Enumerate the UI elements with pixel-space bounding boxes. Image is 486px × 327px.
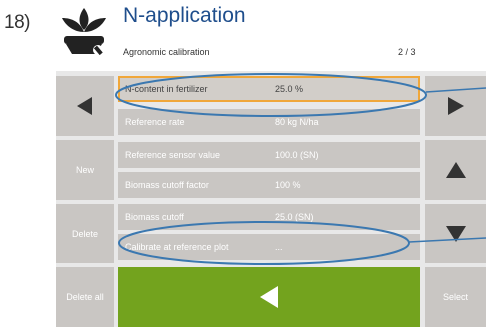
row-value: ... bbox=[275, 242, 283, 252]
row-reference-rate[interactable]: Reference rate 80 kg N/ha bbox=[118, 109, 420, 135]
select-button[interactable]: Select bbox=[425, 267, 486, 327]
row-label: Calibrate at reference plot bbox=[125, 242, 229, 252]
confirm-button[interactable] bbox=[118, 267, 420, 327]
app-header bbox=[56, 0, 486, 68]
row-label: Biomass cutoff factor bbox=[125, 180, 209, 190]
row-n-content[interactable]: N-content in fertilizer 25.0 % bbox=[118, 76, 420, 102]
nav-right-button[interactable] bbox=[425, 76, 486, 136]
select-button-label: Select bbox=[442, 292, 468, 302]
row-value: 25.0 % bbox=[275, 84, 304, 94]
delete-button-label: Delete bbox=[71, 228, 98, 239]
arrow-up-icon bbox=[445, 162, 466, 178]
row-value: 80 kg N/ha bbox=[275, 117, 319, 127]
row-value: 100 % bbox=[275, 180, 301, 190]
arrow-left-icon bbox=[260, 286, 278, 308]
arrow-down-icon bbox=[445, 225, 466, 242]
new-button-label: New bbox=[75, 165, 94, 175]
row-label: N-content in fertilizer bbox=[125, 84, 208, 94]
step-label: 18) bbox=[4, 12, 30, 33]
row-calibrate-reference-plot[interactable]: Calibrate at reference plot ... bbox=[118, 234, 420, 260]
arrow-left-icon bbox=[77, 97, 92, 115]
nav-left-button[interactable] bbox=[56, 76, 114, 136]
delete-button[interactable]: Delete bbox=[56, 204, 114, 263]
plant-wrench-icon bbox=[62, 8, 106, 56]
row-value: 100.0 (SN) bbox=[275, 150, 319, 160]
row-value: 25.0 (SN) bbox=[275, 212, 314, 222]
scroll-down-button[interactable] bbox=[425, 204, 486, 263]
page-indicator: 2 / 3 bbox=[398, 47, 416, 57]
row-label: Reference sensor value bbox=[125, 150, 221, 160]
row-biomass-cutoff[interactable]: Biomass cutoff 25.0 (SN) bbox=[118, 204, 420, 230]
delete-all-button-label: Delete all bbox=[66, 292, 104, 302]
new-button[interactable]: New bbox=[56, 140, 114, 200]
page-title: N-application bbox=[123, 4, 246, 27]
row-label: Reference rate bbox=[125, 117, 185, 127]
row-reference-sensor-value[interactable]: Reference sensor value 100.0 (SN) bbox=[118, 142, 420, 168]
row-biomass-cutoff-factor[interactable]: Biomass cutoff factor 100 % bbox=[118, 172, 420, 198]
delete-all-button[interactable]: Delete all bbox=[56, 267, 114, 327]
arrow-right-icon bbox=[447, 97, 464, 115]
scroll-up-button[interactable] bbox=[425, 140, 486, 200]
row-label: Biomass cutoff bbox=[125, 212, 184, 222]
page-subtitle: Agronomic calibration bbox=[123, 47, 210, 57]
